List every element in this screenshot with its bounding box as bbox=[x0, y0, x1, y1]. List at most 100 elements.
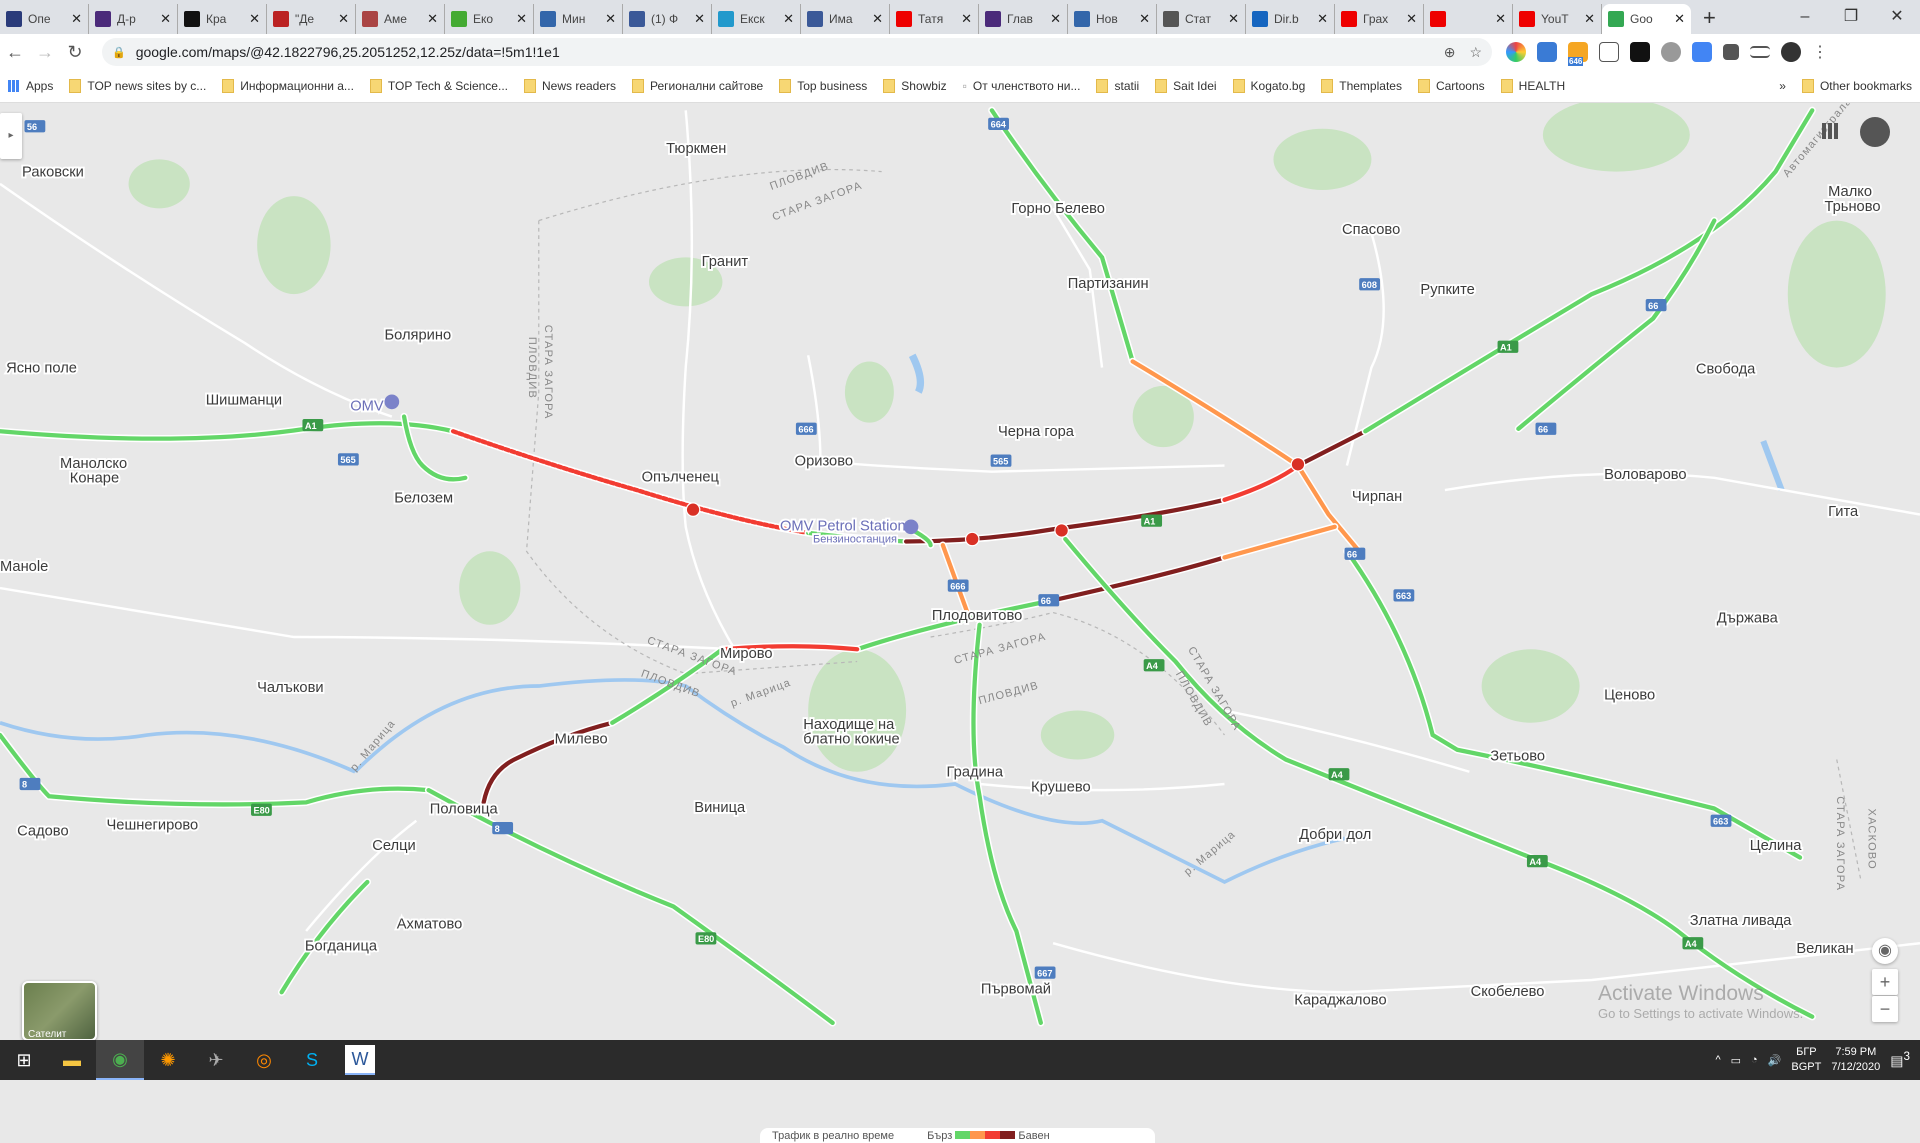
place-label[interactable]: Черна гора bbox=[996, 422, 1077, 442]
browser-tab[interactable]: Кра ✕ bbox=[178, 4, 267, 34]
battery-icon[interactable]: ▭ bbox=[1731, 1054, 1741, 1067]
poi-label[interactable]: Бензиностанция bbox=[811, 532, 899, 548]
place-label[interactable]: Крушево bbox=[1029, 778, 1092, 798]
puzzle-icon[interactable] bbox=[1723, 44, 1739, 60]
tab-close-icon[interactable]: ✕ bbox=[1495, 11, 1506, 27]
bookmark-item[interactable]: Информационни а... bbox=[214, 79, 362, 93]
install-icon[interactable]: ⊕ bbox=[1444, 44, 1456, 61]
place-label[interactable]: Манолско bbox=[58, 454, 129, 474]
place-label[interactable]: Целина bbox=[1748, 836, 1804, 856]
bookmark-item[interactable]: Apps bbox=[0, 79, 61, 93]
map-canvas[interactable]: Раковски Тюркмен Горно Белево Спасово Малко Т… bbox=[0, 59, 1920, 1143]
other-bookmarks[interactable]: Other bookmarks bbox=[1794, 79, 1920, 93]
place-label[interactable]: Опълченец bbox=[640, 468, 722, 488]
more-bookmarks-button[interactable]: » bbox=[1771, 79, 1794, 93]
place-label[interactable]: Златна ливада bbox=[1688, 911, 1794, 931]
place-label[interactable]: Чирпан bbox=[1350, 487, 1404, 507]
browser-tab[interactable]: (1) Ф ✕ bbox=[623, 4, 712, 34]
place-label[interactable]: Конаре bbox=[68, 469, 121, 489]
poi-label[interactable]: OMV Petrol Station bbox=[778, 517, 907, 537]
tab-close-icon[interactable]: ✕ bbox=[605, 11, 616, 27]
place-label[interactable]: Садово bbox=[15, 822, 70, 842]
file-explorer-taskbar-icon[interactable]: ▬ bbox=[48, 1040, 96, 1080]
bookmark-item[interactable]: HEALTH bbox=[1493, 79, 1573, 93]
rss-extension-icon[interactable]: 646 bbox=[1568, 42, 1588, 66]
place-label[interactable]: Чалъкови bbox=[255, 678, 325, 698]
extension-icon[interactable] bbox=[1537, 42, 1557, 62]
place-label[interactable]: Спасово bbox=[1340, 220, 1402, 240]
poi-label[interactable]: OMV bbox=[348, 397, 385, 417]
minimize-button[interactable]: – bbox=[1782, 0, 1828, 34]
extension-icon[interactable] bbox=[1599, 42, 1619, 62]
traffic-road-heavy[interactable] bbox=[1050, 555, 1227, 603]
place-label[interactable]: Селци bbox=[370, 836, 417, 856]
clock[interactable]: 7:59 PM 7/12/2020 bbox=[1831, 1045, 1880, 1075]
tab-close-icon[interactable]: ✕ bbox=[516, 11, 527, 27]
forward-button[interactable]: → bbox=[30, 42, 60, 63]
browser-tab[interactable]: Опе ✕ bbox=[0, 4, 89, 34]
place-label[interactable]: Свобода bbox=[1694, 360, 1758, 380]
zoom-in-button[interactable]: + bbox=[1872, 969, 1898, 995]
menu-icon[interactable]: ⋮ bbox=[1812, 42, 1828, 62]
account-avatar[interactable] bbox=[1860, 117, 1890, 147]
place-label[interactable]: Находище на bbox=[801, 715, 897, 735]
road-closure-icon[interactable] bbox=[685, 502, 701, 517]
traffic-road-medium[interactable] bbox=[1222, 524, 1337, 560]
bookmark-item[interactable]: News readers bbox=[516, 79, 624, 93]
bookmark-item[interactable]: Showbiz bbox=[875, 79, 954, 93]
road-closure-icon[interactable] bbox=[964, 531, 980, 547]
place-label[interactable]: Държава bbox=[1715, 608, 1781, 628]
place-label[interactable]: Белозем bbox=[392, 488, 455, 508]
my-location-button[interactable]: ◉ bbox=[1872, 938, 1898, 964]
place-label[interactable]: Половица bbox=[428, 800, 500, 820]
place-label[interactable]: Караджалово bbox=[1292, 991, 1388, 1011]
browser-tab[interactable]: "Де ✕ bbox=[267, 4, 356, 34]
close-window-button[interactable]: ✕ bbox=[1874, 0, 1920, 34]
place-label[interactable]: Манole bbox=[0, 557, 50, 577]
browser-tab[interactable]: Еко ✕ bbox=[445, 4, 534, 34]
place-label[interactable]: Раковски bbox=[20, 163, 86, 183]
address-bar[interactable]: 🔒 google.com/maps/@42.1822796,25.2051252… bbox=[102, 38, 1492, 66]
tab-close-icon[interactable]: ✕ bbox=[338, 11, 349, 27]
app-taskbar-icon[interactable]: ✺ bbox=[144, 1040, 192, 1080]
bookmark-item[interactable]: TOP news sites by c... bbox=[61, 79, 214, 93]
skype-taskbar-icon[interactable]: S bbox=[288, 1040, 336, 1080]
collapse-panel-button[interactable]: ▸ bbox=[0, 113, 22, 159]
satellite-toggle[interactable]: Сателит bbox=[22, 981, 97, 1041]
browser-tab[interactable]: ✕ bbox=[1424, 4, 1513, 34]
tab-close-icon[interactable]: ✕ bbox=[961, 11, 972, 27]
place-label[interactable]: Гранит bbox=[700, 252, 750, 272]
chrome-taskbar-icon[interactable]: ◉ bbox=[96, 1040, 144, 1080]
tab-close-icon[interactable]: ✕ bbox=[783, 11, 794, 27]
tab-close-icon[interactable]: ✕ bbox=[1228, 11, 1239, 27]
place-label[interactable]: Плодовитово bbox=[930, 606, 1024, 626]
browser-tab[interactable]: Екск ✕ bbox=[712, 4, 801, 34]
browser-tab[interactable]: Грах ✕ bbox=[1335, 4, 1424, 34]
place-label[interactable]: Гита bbox=[1826, 502, 1861, 522]
place-label[interactable]: Градина bbox=[945, 763, 1006, 783]
new-tab-button[interactable]: + bbox=[1691, 4, 1728, 34]
tab-close-icon[interactable]: ✕ bbox=[427, 11, 438, 27]
k-extension-icon[interactable] bbox=[1630, 42, 1650, 62]
traffic-road-medium[interactable] bbox=[940, 543, 970, 615]
tab-close-icon[interactable]: ✕ bbox=[1139, 11, 1150, 27]
browser-tab[interactable]: Стат ✕ bbox=[1157, 4, 1246, 34]
place-label[interactable]: Тюркмен bbox=[664, 139, 728, 159]
place-label[interactable]: Богданица bbox=[303, 937, 380, 957]
place-label[interactable]: Партизанин bbox=[1066, 274, 1151, 294]
tab-close-icon[interactable]: ✕ bbox=[1584, 11, 1595, 27]
browser-tab[interactable]: Аме ✕ bbox=[356, 4, 445, 34]
back-button[interactable]: ← bbox=[0, 42, 30, 63]
maximize-button[interactable]: ❐ bbox=[1828, 0, 1874, 34]
place-label[interactable]: Зетьово bbox=[1488, 747, 1547, 767]
bookmark-item[interactable]: statii bbox=[1088, 79, 1147, 93]
place-label[interactable]: Ценово bbox=[1602, 686, 1657, 706]
language-indicator[interactable]: БГР BGPT bbox=[1791, 1045, 1821, 1075]
browser-tab[interactable]: Goo ✕ bbox=[1602, 4, 1691, 34]
road-closure-icon[interactable] bbox=[1290, 456, 1306, 472]
road-closure-icon[interactable] bbox=[1054, 523, 1069, 538]
browser-tab[interactable]: Татя ✕ bbox=[890, 4, 979, 34]
place-label[interactable]: Добри дол bbox=[1297, 825, 1373, 845]
tab-close-icon[interactable]: ✕ bbox=[71, 11, 82, 27]
browser-tab[interactable]: Dir.b ✕ bbox=[1246, 4, 1335, 34]
